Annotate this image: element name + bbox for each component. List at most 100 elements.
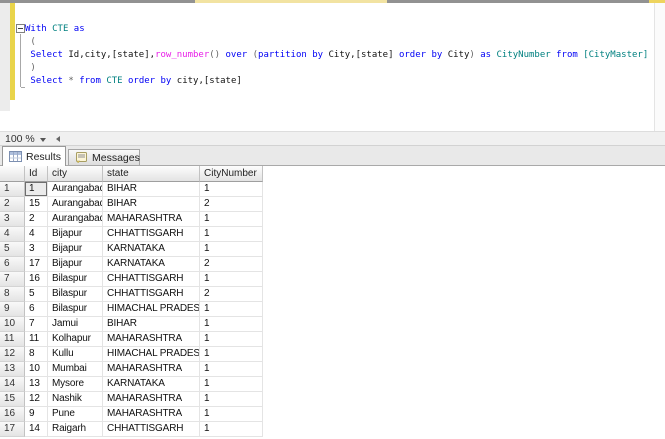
row-number-cell[interactable]: 12 [0, 347, 25, 362]
code-line[interactable]: Select * from CTE order by city,[state] [25, 75, 648, 88]
editor-vertical-scrollbar[interactable] [654, 3, 665, 131]
row-number-cell[interactable]: 17 [0, 422, 25, 437]
row-number-cell[interactable]: 7 [0, 272, 25, 287]
tab-results[interactable]: Results [2, 146, 66, 166]
code-line[interactable]: Select Id,city,[state],row_number() over… [25, 49, 648, 62]
column-header-citynumber[interactable]: CityNumber [200, 166, 263, 182]
grid-cell-city[interactable]: Bijapur [48, 227, 103, 242]
outline-collapse-icon[interactable] [16, 24, 25, 33]
grid-cell-state[interactable]: MAHARASHTRA [103, 212, 200, 227]
grid-cell-city[interactable]: Aurangabad [48, 182, 103, 197]
grid-cell-city[interactable]: Bijapur [48, 257, 103, 272]
grid-cell-id[interactable]: 15 [25, 197, 48, 212]
row-number-cell[interactable]: 1 [0, 182, 25, 197]
grid-cell-city[interactable]: Bilaspur [48, 272, 103, 287]
tab-messages[interactable]: Messages [68, 149, 140, 166]
grid-cell-state[interactable]: CHHATTISGARH [103, 287, 200, 302]
row-number-cell[interactable]: 10 [0, 317, 25, 332]
grid-cell-city[interactable]: Raigarh [48, 422, 103, 437]
grid-cell-city[interactable]: Jamui [48, 317, 103, 332]
scroll-left-button[interactable] [54, 134, 65, 145]
grid-cell-city[interactable]: Pune [48, 407, 103, 422]
row-number-cell[interactable]: 11 [0, 332, 25, 347]
grid-cell-citynumber[interactable]: 1 [200, 302, 263, 317]
grid-cell-state[interactable]: BIHAR [103, 182, 200, 197]
zoom-level-value[interactable]: 100 % [5, 133, 35, 145]
grid-cell-city[interactable]: Kullu [48, 347, 103, 362]
grid-cell-id[interactable]: 16 [25, 272, 48, 287]
grid-cell-citynumber[interactable]: 1 [200, 317, 263, 332]
grid-cell-citynumber[interactable]: 1 [200, 227, 263, 242]
code-line[interactable]: With CTE as [25, 23, 648, 36]
grid-cell-city[interactable]: Mumbai [48, 362, 103, 377]
row-number-cell[interactable]: 5 [0, 242, 25, 257]
grid-cell-state[interactable]: CHHATTISGARH [103, 272, 200, 287]
grid-cell-citynumber[interactable]: 1 [200, 182, 263, 197]
row-number-cell[interactable]: 3 [0, 212, 25, 227]
grid-cell-citynumber[interactable]: 1 [200, 362, 263, 377]
sql-editor[interactable]: With CTE as ( Select Id,city,[state],row… [0, 3, 665, 131]
row-number-cell[interactable]: 16 [0, 407, 25, 422]
grid-cell-city[interactable]: Aurangabad [48, 197, 103, 212]
row-number-cell[interactable]: 6 [0, 257, 25, 272]
grid-cell-state[interactable]: CHHATTISGARH [103, 422, 200, 437]
grid-cell-id[interactable]: 9 [25, 407, 48, 422]
grid-cell-citynumber[interactable]: 1 [200, 272, 263, 287]
grid-cell-citynumber[interactable]: 1 [200, 392, 263, 407]
grid-cell-id[interactable]: 10 [25, 362, 48, 377]
grid-cell-id[interactable]: 1 [25, 182, 48, 197]
grid-cell-id[interactable]: 3 [25, 242, 48, 257]
grid-cell-state[interactable]: CHHATTISGARH [103, 227, 200, 242]
grid-cell-id[interactable]: 5 [25, 287, 48, 302]
row-number-cell[interactable]: 9 [0, 302, 25, 317]
grid-cell-city[interactable]: Aurangabad [48, 212, 103, 227]
grid-cell-citynumber[interactable]: 1 [200, 212, 263, 227]
grid-cell-id[interactable]: 12 [25, 392, 48, 407]
grid-cell-city[interactable]: Bilaspur [48, 302, 103, 317]
grid-cell-id[interactable]: 2 [25, 212, 48, 227]
row-number-cell[interactable]: 14 [0, 377, 25, 392]
grid-cell-state[interactable]: MAHARASHTRA [103, 332, 200, 347]
row-number-cell[interactable]: 4 [0, 227, 25, 242]
grid-cell-id[interactable]: 7 [25, 317, 48, 332]
column-header-id[interactable]: Id [25, 166, 48, 182]
grid-cell-city[interactable]: Kolhapur [48, 332, 103, 347]
row-number-header[interactable] [0, 166, 25, 182]
grid-cell-city[interactable]: Bilaspur [48, 287, 103, 302]
grid-cell-citynumber[interactable]: 1 [200, 422, 263, 437]
code-line[interactable]: ) [25, 62, 648, 75]
grid-cell-id[interactable]: 6 [25, 302, 48, 317]
grid-cell-citynumber[interactable]: 1 [200, 377, 263, 392]
row-number-cell[interactable]: 2 [0, 197, 25, 212]
grid-cell-citynumber[interactable]: 2 [200, 287, 263, 302]
grid-cell-citynumber[interactable]: 1 [200, 242, 263, 257]
grid-cell-state[interactable]: MAHARASHTRA [103, 407, 200, 422]
grid-cell-citynumber[interactable]: 1 [200, 407, 263, 422]
grid-cell-state[interactable]: MAHARASHTRA [103, 392, 200, 407]
grid-cell-state[interactable]: KARNATAKA [103, 377, 200, 392]
grid-cell-state[interactable]: MAHARASHTRA [103, 362, 200, 377]
grid-cell-citynumber[interactable]: 2 [200, 257, 263, 272]
grid-cell-id[interactable]: 14 [25, 422, 48, 437]
grid-cell-city[interactable]: Nashik [48, 392, 103, 407]
row-number-cell[interactable]: 8 [0, 287, 25, 302]
grid-cell-id[interactable]: 4 [25, 227, 48, 242]
grid-cell-state[interactable]: HIMACHAL PRADESH [103, 347, 200, 362]
code-line[interactable]: ( [25, 36, 648, 49]
grid-cell-city[interactable]: Mysore [48, 377, 103, 392]
grid-cell-state[interactable]: BIHAR [103, 197, 200, 212]
grid-cell-state[interactable]: KARNATAKA [103, 257, 200, 272]
grid-cell-state[interactable]: BIHAR [103, 317, 200, 332]
grid-cell-id[interactable]: 17 [25, 257, 48, 272]
zoom-dropdown-button[interactable] [37, 132, 50, 145]
grid-cell-state[interactable]: KARNATAKA [103, 242, 200, 257]
grid-cell-id[interactable]: 8 [25, 347, 48, 362]
column-header-city[interactable]: city [48, 166, 103, 182]
grid-cell-citynumber[interactable]: 1 [200, 347, 263, 362]
row-number-cell[interactable]: 13 [0, 362, 25, 377]
grid-cell-id[interactable]: 13 [25, 377, 48, 392]
grid-cell-citynumber[interactable]: 2 [200, 197, 263, 212]
grid-cell-state[interactable]: HIMACHAL PRADESH [103, 302, 200, 317]
row-number-cell[interactable]: 15 [0, 392, 25, 407]
grid-cell-citynumber[interactable]: 1 [200, 332, 263, 347]
